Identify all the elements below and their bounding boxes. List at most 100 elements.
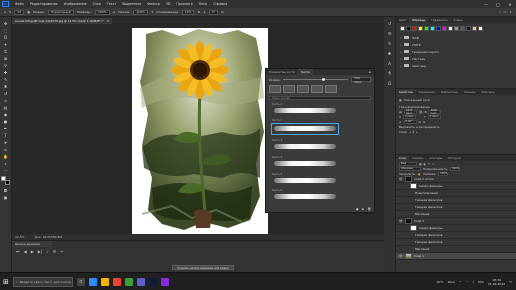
cut-icon[interactable]: ✂ (60, 249, 63, 254)
pen-tool-icon[interactable]: ✒ (2, 125, 10, 131)
eraser-tool-icon[interactable]: ▱ (2, 97, 10, 103)
menu-file[interactable]: Файл (12, 2, 27, 6)
settings-icon[interactable]: ⚙ (53, 249, 57, 254)
taskbar-app-icon[interactable] (136, 277, 145, 286)
panel-menu-icon[interactable]: ≡ (368, 70, 374, 74)
more-tools-icon[interactable]: ⋯ (2, 167, 10, 173)
layer-row[interactable]: Масляная (396, 211, 516, 218)
paragraph-icon[interactable]: ¶ (388, 71, 391, 76)
menu-window[interactable]: Окно (196, 2, 210, 6)
color-swatch[interactable] (478, 26, 483, 31)
width-input[interactable]: 5472 пикс. (404, 109, 417, 115)
y-input[interactable]: 0 пикс. (427, 114, 441, 119)
delete-brush-icon[interactable]: 🗑 (367, 207, 371, 211)
taskbar-search-input[interactable]: ⌕ Введите здесь текст для поиска (12, 276, 73, 287)
shape-tool-icon[interactable]: ▭ (2, 146, 10, 152)
smoothing-options-icon[interactable]: ⚙ (197, 10, 200, 14)
tab-brush-settings[interactable]: Параметры кисти (266, 69, 298, 75)
smoothing-input[interactable]: 10% (181, 9, 195, 15)
color-swatch[interactable] (424, 26, 429, 31)
layer-row[interactable]: Смарт-фильтры (396, 183, 516, 190)
symmetry-icon[interactable]: ⧉ (221, 10, 223, 14)
tab-history[interactable]: История (445, 155, 463, 161)
color-swatches[interactable] (0, 176, 11, 186)
angle-input[interactable]: 0,00° (403, 119, 417, 124)
history-brush-icon[interactable]: ↺ (2, 90, 10, 96)
type-tool-icon[interactable]: T (2, 132, 10, 138)
visibility-eye-icon[interactable]: 👁 (399, 254, 403, 258)
layer-row[interactable]: Галерея фильтров (396, 197, 516, 204)
color-swatch[interactable] (460, 26, 465, 31)
healing-tool-icon[interactable]: ✚ (2, 69, 10, 75)
color-swatch[interactable] (412, 26, 417, 31)
taskbar-app-icon[interactable] (148, 277, 157, 286)
lasso-tool-icon[interactable]: ʘ (2, 34, 10, 40)
search-icon[interactable]: ⌕ (499, 10, 501, 14)
airbrush-icon[interactable]: ✈ (151, 10, 154, 14)
layer-opacity-input[interactable]: 100% (450, 166, 461, 171)
share-icon[interactable]: ⇪ (509, 10, 512, 14)
menu-layers[interactable]: Слои (90, 2, 104, 6)
brush-stroke-2[interactable] (274, 126, 336, 131)
tab-swatches[interactable]: Образцы (409, 17, 429, 23)
menu-select[interactable]: Выделение (119, 2, 144, 6)
screen-mode-icon[interactable]: ▣ (2, 194, 10, 200)
align-right-icon[interactable]: ⫸ (416, 130, 418, 134)
swatch-folder-gray[interactable]: › Градации серого (396, 48, 516, 55)
windows-start-icon[interactable]: ⊞ (3, 278, 9, 286)
menu-view[interactable]: Просмотр (173, 2, 195, 6)
tab-patterns[interactable]: Узоры (451, 17, 466, 23)
audio-icon[interactable]: ♪ (46, 249, 49, 254)
marquee-tool-icon[interactable]: ⬚ (2, 27, 10, 33)
menu-help[interactable]: Справка (210, 2, 230, 6)
blur-tool-icon[interactable]: ◆ (2, 111, 10, 117)
filter-type-icon[interactable]: T (428, 162, 430, 166)
language-indicator[interactable]: РУС (478, 280, 484, 284)
filter-adjust-icon[interactable]: ◐ (424, 162, 426, 166)
brush-stroke-3[interactable] (274, 144, 336, 149)
align-center-icon[interactable]: ⫼ (413, 130, 414, 134)
preset-brush-2[interactable] (283, 85, 295, 93)
brush-search-input[interactable]: Поиск кистей (269, 96, 371, 100)
eyedropper-tool-icon[interactable]: ⚲ (2, 62, 10, 68)
gradient-tool-icon[interactable]: ▤ (2, 104, 10, 110)
brush-stroke-5[interactable] (274, 178, 336, 183)
opacity-input[interactable]: 100% (95, 9, 110, 15)
brush-list[interactable]: Кисть 1 Кисть 2 Кисть 3 Кисть 4 Кисть 5 … (266, 101, 376, 206)
preset-brush-3[interactable] (297, 85, 309, 93)
color-swatch[interactable] (400, 26, 405, 31)
taskbar-clock[interactable]: 18:34 21.04.2022 (488, 278, 505, 286)
preset-brush-4[interactable] (311, 85, 323, 93)
layer-kind-select[interactable]: Вид (399, 161, 417, 166)
layer-row[interactable]: Галерея фильтров (396, 232, 516, 239)
layer-row[interactable]: Пуантилизация (396, 190, 516, 197)
taskbar-app-icon[interactable] (100, 277, 109, 286)
swatch-folder-pastel[interactable]: › Пастель (396, 55, 516, 62)
brush-settings-dock-icon[interactable]: ✎ (388, 41, 391, 46)
preset-brush-1[interactable] (269, 85, 281, 93)
tab-properties[interactable]: Свойства (396, 89, 416, 95)
taskbar-app-icon[interactable] (160, 277, 169, 286)
path-select-tool-icon[interactable]: ➤ (2, 139, 10, 145)
maximize-button[interactable]: □ (492, 2, 504, 7)
color-swatch[interactable] (454, 26, 459, 31)
dodge-tool-icon[interactable]: ● (2, 118, 10, 124)
document-canvas[interactable] (132, 28, 268, 234)
brush-size-input[interactable]: 300 пикс. (351, 76, 371, 84)
new-group-icon[interactable]: ▣ (356, 207, 359, 211)
prev-frame-icon[interactable]: ◀ (24, 249, 27, 254)
preset-brush-5[interactable] (325, 85, 337, 93)
filter-shape-icon[interactable]: ▭ (432, 162, 435, 166)
glyphs-icon[interactable]: Ω (388, 81, 391, 86)
layer-row[interactable]: Галерея фильтров (396, 239, 516, 246)
create-video-timeline-button[interactable]: Создать шкалу времени для видео (172, 265, 234, 270)
taskbar-app-icon[interactable] (124, 277, 133, 286)
color-swatch[interactable] (472, 26, 477, 31)
brush-tool-icon[interactable]: ✎ (9, 10, 12, 14)
foreground-color-swatch[interactable] (0, 176, 6, 181)
brushes-dock-icon[interactable]: ✺ (388, 51, 391, 56)
workspace-icon[interactable]: ▭ (504, 10, 507, 14)
first-frame-icon[interactable]: ⏮ (16, 249, 20, 254)
chevron-up-icon[interactable]: ^ (459, 280, 462, 284)
play-icon[interactable]: ▶ (31, 249, 34, 254)
